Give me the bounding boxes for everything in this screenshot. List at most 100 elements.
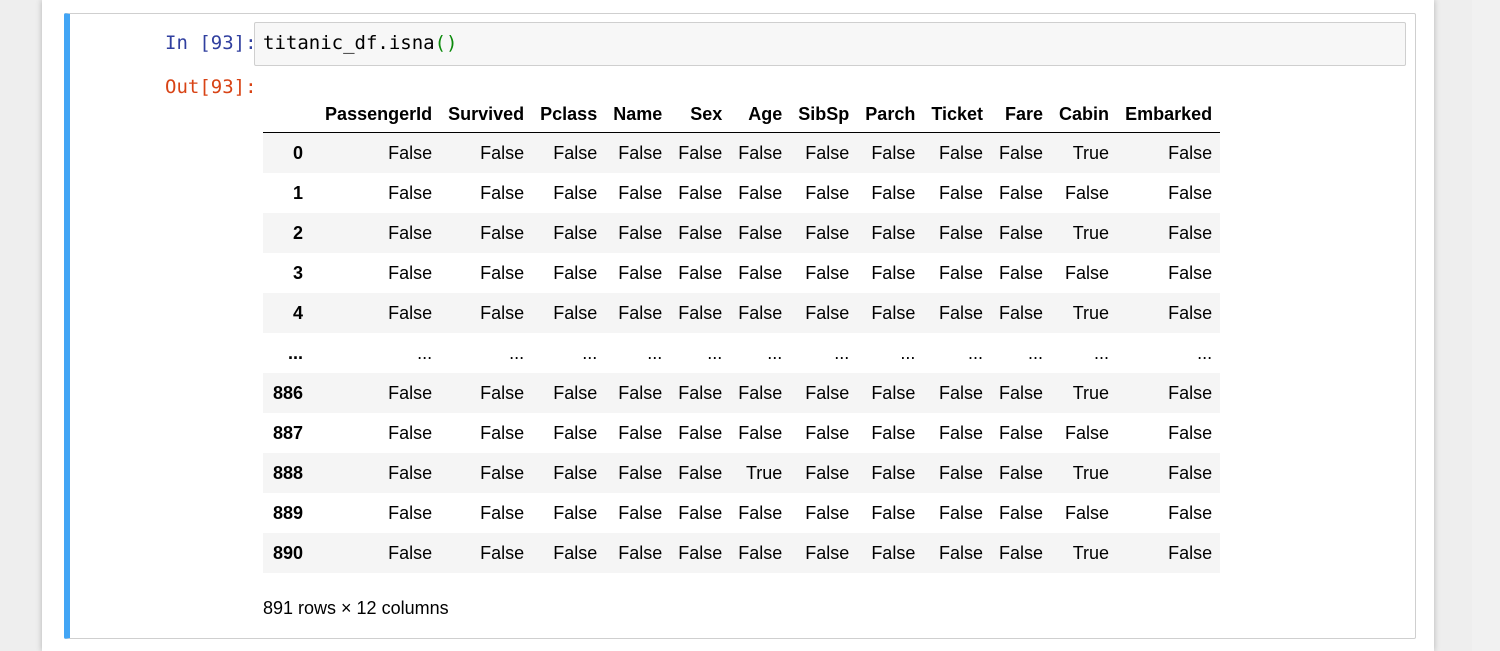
table-cell: False [388,182,433,203]
code-expression: titanic_df.isna [263,32,435,54]
table-cell: False [618,222,663,243]
table-cell: False [871,262,916,283]
table-cell: False [618,142,663,163]
table-cell: False [388,262,433,283]
table-cell: False [871,182,916,203]
table-cell: False [871,462,916,483]
table-cell: ... [647,342,663,363]
table-cell: False [480,422,525,443]
row-index: 2 [293,222,304,243]
table-cell: False [388,422,433,443]
table-cell: False [553,302,598,323]
code-text[interactable]: titanic_df.isna() [263,32,457,54]
table-row: 887 False False False False False False False Fa… [263,413,1221,453]
table-cell: False [1065,182,1110,203]
table-cell: False [678,502,723,523]
table-body: 0 False False False False False False False Fals… [263,132,1221,573]
table-cell: False [805,422,850,443]
column-header: Survived [440,96,533,133]
table-cell: False [1065,422,1110,443]
table-cell: False [738,422,783,443]
table-cell: ... [1028,342,1044,363]
page-scrollbar[interactable] [1472,0,1500,651]
table-cell: False [738,142,783,163]
table-row: 886 False False False False False False False Fa… [263,373,1221,413]
table-cell: False [999,182,1044,203]
table-cell: False [999,222,1044,243]
table-cell: False [480,222,525,243]
table-cell: False [388,542,433,563]
table-cell: False [1168,142,1213,163]
dataframe-output: PassengerId Survived Pclass Name Sex Age SibSp… [263,96,1221,573]
table-cell: ... [417,342,433,363]
row-index: 890 [273,542,304,563]
table-cell: True [1072,302,1110,323]
table-row: 4 False False False False False False False Fals… [263,293,1221,333]
table-cell: False [480,542,525,563]
table-cell: False [871,542,916,563]
table-cell: False [999,302,1044,323]
table-cell: False [939,222,984,243]
index-header [263,96,318,133]
table-cell: ... [900,342,916,363]
table-cell: False [805,502,850,523]
table-cell: False [1168,462,1213,483]
table-cell: False [553,462,598,483]
table-cell: ... [707,342,723,363]
table-cell: False [618,262,663,283]
table-cell: False [1168,542,1213,563]
table-cell: False [738,182,783,203]
row-index: 3 [293,262,304,283]
table-cell: False [871,302,916,323]
table-cell: False [1168,382,1213,403]
table-cell: False [805,462,850,483]
table-cell: False [618,462,663,483]
column-header: Embarked [1117,96,1221,133]
table-cell: False [553,422,598,443]
table-row: 888 False False False False False True False Fal… [263,453,1221,493]
table-cell: False [388,502,433,523]
table-cell: False [871,382,916,403]
column-header: Name [605,96,671,133]
table-cell: False [1168,422,1213,443]
table-cell: ... [968,342,984,363]
table-cell: False [999,462,1044,483]
table-cell: False [1168,222,1213,243]
code-cell-selected[interactable]: In [93]: titanic_df.isna() Out[93]: Pass… [64,13,1416,639]
dataframe-table: PassengerId Survived Pclass Name Sex Age SibSp… [263,96,1221,573]
table-cell: False [480,182,525,203]
table-cell: False [388,302,433,323]
code-input-area[interactable]: titanic_df.isna() [254,22,1406,66]
input-prompt: In [93]: [165,32,257,54]
table-cell: True [1072,382,1110,403]
table-cell: False [553,502,598,523]
table-cell: False [553,142,598,163]
table-cell: False [388,142,433,163]
row-index: ... [288,342,304,363]
table-cell: False [939,462,984,483]
table-cell: False [871,142,916,163]
table-cell: False [999,502,1044,523]
table-cell: False [618,302,663,323]
table-cell: False [553,182,598,203]
column-header: Age [730,96,791,133]
table-cell: True [1072,542,1110,563]
table-cell: False [939,182,984,203]
table-cell: False [1065,502,1110,523]
table-cell: False [480,382,525,403]
column-header: Cabin [1051,96,1118,133]
row-index: 886 [273,382,304,403]
table-cell: False [738,222,783,243]
table-row: 889 False False False False False False False Fa… [263,493,1221,533]
table-cell: False [871,502,916,523]
table-cell: False [480,462,525,483]
header-row: PassengerId Survived Pclass Name Sex Age SibSp… [263,96,1221,133]
table-cell: True [1072,462,1110,483]
table-cell: ... [582,342,598,363]
table-row: 1 False False False False False False False Fals… [263,173,1221,213]
code-parens: () [434,32,458,54]
row-index: 0 [293,142,304,163]
table-cell: False [553,382,598,403]
table-cell: True [745,462,783,483]
table-cell: False [939,422,984,443]
